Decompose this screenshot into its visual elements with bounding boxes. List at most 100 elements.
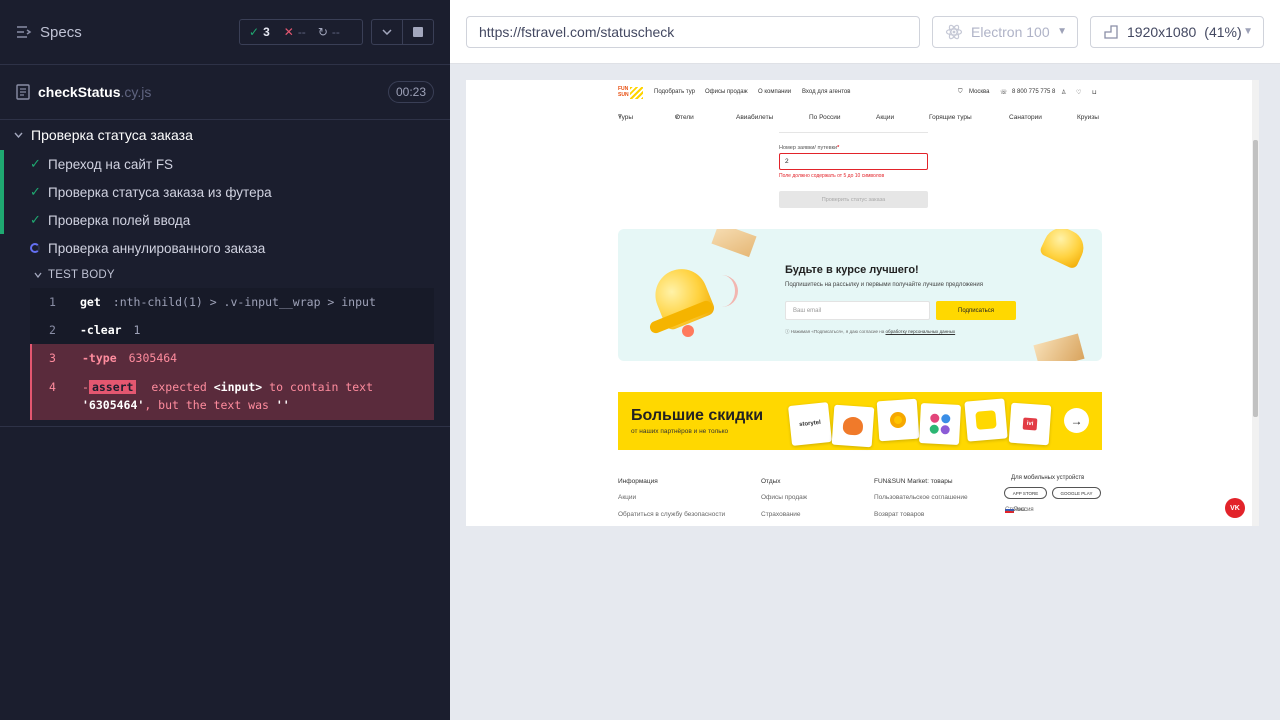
partners-banner[interactable]: Большие скидки от наших партнёров и не т… <box>618 392 1102 450</box>
menu-item[interactable]: Круизы <box>1077 114 1099 121</box>
stop-button[interactable] <box>403 20 433 44</box>
yellow-app-icon <box>975 410 997 430</box>
scrollbar[interactable] <box>1252 80 1259 526</box>
assert-prefix: - <box>82 380 89 394</box>
top-link[interactable]: Вход для агентов <box>802 89 850 95</box>
top-link[interactable]: Подобрать тур <box>654 89 695 95</box>
arrow-right-icon[interactable]: → <box>1064 408 1089 433</box>
country-selector[interactable]: Страна: Россия <box>1005 507 1034 514</box>
run-controls <box>371 19 434 45</box>
suite-title[interactable]: Проверка статуса заказа <box>0 120 450 150</box>
url-bar[interactable]: https://fstravel.com/statuscheck <box>466 16 920 48</box>
check-status-button[interactable]: Проверить статус заказа <box>779 191 928 208</box>
command-number: 4 <box>49 380 56 394</box>
heart-icon[interactable]: ♡ <box>1076 89 1081 96</box>
duration-badge: 00:23 <box>387 81 434 103</box>
assert-actual: '' <box>275 398 290 412</box>
phone-icon: ☏ <box>1000 90 1008 96</box>
user-icon[interactable]: ♙ <box>1061 89 1066 96</box>
spec-file-row[interactable]: checkStatus .cy.js 00:23 <box>0 65 450 120</box>
browser-selector[interactable]: Electron 100 ▼ <box>932 16 1078 48</box>
top-link[interactable]: Офисы продаж <box>705 89 748 95</box>
failed-stat: ✕ -- <box>270 25 306 39</box>
brand-name: storytel <box>798 419 822 429</box>
phone-number[interactable]: 8 800 775 775 8 <box>1012 89 1055 95</box>
subscribe-button[interactable]: Подписаться <box>936 301 1016 320</box>
suite-title-text: Проверка статуса заказа <box>31 127 193 143</box>
scrollbar-thumb[interactable] <box>1253 140 1258 417</box>
menu-item[interactable]: По России <box>809 114 841 121</box>
apps-card <box>918 402 962 446</box>
command-log: 1 get :nth-child(1) > .v-input__wrap > i… <box>30 288 434 420</box>
assert-message: - assert expected <input> to contain text… <box>82 378 432 414</box>
app-store-button[interactable]: APP STORE <box>1004 487 1047 499</box>
banner-title: Большие скидки <box>631 407 764 424</box>
cart-icon[interactable]: ⊔ <box>1092 89 1097 96</box>
chevron-down-icon: ▼ <box>1057 26 1067 37</box>
command-number: 3 <box>49 351 56 365</box>
google-play-button[interactable]: GOOGLE PLAY <box>1052 487 1101 499</box>
test-body-toggle[interactable]: TEST BODY <box>0 262 450 288</box>
fox-icon <box>842 416 864 436</box>
store-label: APP STORE <box>1012 490 1039 496</box>
site-menu: Туры ˅ Отели ˅ Авиабилеты По России Акци… <box>618 114 1102 124</box>
bell-decoration <box>1038 229 1090 270</box>
footer-link[interactable]: Обратиться в службу безопасности <box>618 511 725 518</box>
spec-ext: .cy.js <box>120 84 152 100</box>
test-item[interactable]: ✓ Переход на сайт FS <box>0 150 450 178</box>
sunflower-icon <box>889 411 907 429</box>
menu-item[interactable]: Санатории <box>1009 114 1042 121</box>
footer-link[interactable]: Возврат товаров <box>874 511 924 518</box>
footer-link[interactable]: Акции <box>618 494 636 501</box>
assert-row-failed[interactable]: 4 - assert expected <input> to contain te… <box>30 372 434 420</box>
chevron-down-icon <box>34 272 42 278</box>
menu-item[interactable]: Акции <box>876 114 894 121</box>
apps-icon <box>929 413 951 435</box>
command-row-failed[interactable]: 3 -type 6305464 <box>30 344 434 372</box>
chevron-down-icon[interactable] <box>372 20 403 44</box>
footer-heading: Отдых <box>761 478 781 485</box>
test-item[interactable]: ✓ Проверка полей ввода <box>0 206 450 234</box>
country-name: Россия <box>1014 507 1034 513</box>
menu-item[interactable]: Туры ˅ <box>618 114 633 121</box>
vk-chat-button[interactable]: VK <box>1225 498 1245 518</box>
command-number: 1 <box>49 295 56 309</box>
menu-item[interactable]: Горящие туры <box>929 114 972 121</box>
email-field[interactable]: Ваш email <box>785 301 930 320</box>
fox-card <box>831 404 875 448</box>
footer-link[interactable]: Офисы продаж <box>761 494 807 501</box>
footer-heading: FUN&SUN Market: товары <box>874 478 953 485</box>
brand-name: ivi <box>1022 417 1038 431</box>
voucher-number-input[interactable]: 2 <box>779 153 928 170</box>
test-item-running[interactable]: Проверка аннулированного заказа <box>0 234 450 262</box>
test-item[interactable]: ✓ Проверка статуса заказа из футера <box>0 178 450 206</box>
sunflower-card <box>876 398 920 442</box>
subscribe-subtitle: Подпишитесь на рассылку и первыми получа… <box>785 282 983 288</box>
check-icon: ✓ <box>30 184 41 199</box>
failed-count: -- <box>297 25 306 39</box>
storytel-card: storytel <box>788 402 832 446</box>
top-link[interactable]: О компании <box>758 89 791 95</box>
cypress-reporter: Specs ✓ 3 ✕ -- ↻ -- checkStatus .cy.js 0… <box>0 0 450 720</box>
command-row[interactable]: 2 -clear 1 <box>30 316 434 344</box>
footer-link[interactable]: Пользовательское соглашение <box>874 494 968 501</box>
specs-list-icon <box>17 26 32 38</box>
menu-item[interactable]: Авиабилеты <box>736 114 773 121</box>
site-logo[interactable]: FUN SUN <box>618 86 644 100</box>
specs-button[interactable]: Specs <box>16 24 82 41</box>
bell-illustration <box>647 259 717 339</box>
consent-note: ⓘ Нажимая «Подписаться», я даю согласие … <box>785 329 956 334</box>
command-row[interactable]: 1 get :nth-child(1) > .v-input__wrap > i… <box>30 288 434 316</box>
viewport-selector[interactable]: 1920x1080 (41%) ▼ <box>1090 16 1264 48</box>
consent-link[interactable]: обработку персональных данных <box>885 329 955 334</box>
pending-stat: ↻ -- <box>306 25 340 39</box>
footer-heading: Информация <box>618 478 658 485</box>
footer-link[interactable]: Страхование <box>761 511 801 518</box>
viewport-scale: (41%) <box>1204 24 1242 40</box>
aut-iframe: FUN SUN Подобрать тур Офисы продаж О комп… <box>466 80 1259 526</box>
menu-item[interactable]: Отели ˅ <box>675 114 694 121</box>
aut-header: https://fstravel.com/statuscheck Electro… <box>450 0 1280 64</box>
store-label: GOOGLE PLAY <box>1060 490 1093 496</box>
document-icon <box>16 84 30 100</box>
city-link[interactable]: Москва <box>969 89 989 95</box>
